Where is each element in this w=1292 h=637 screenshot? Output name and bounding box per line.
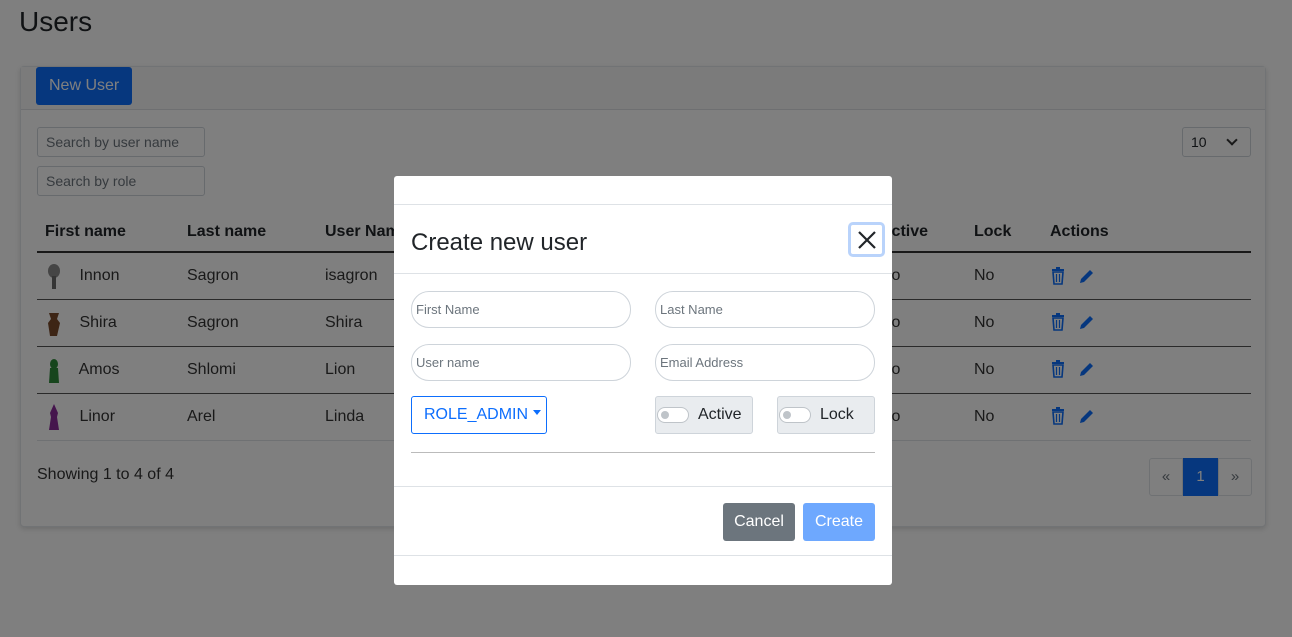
close-icon xyxy=(857,230,876,249)
divider xyxy=(411,452,875,453)
modal-title: Create new user xyxy=(411,229,588,256)
active-toggle-group: Active xyxy=(655,396,753,434)
active-switch[interactable] xyxy=(657,407,689,423)
first-name-field[interactable]: First Name xyxy=(411,291,631,328)
modal-content: Create new user First Name Last Name Use… xyxy=(394,204,892,556)
create-user-modal: Create new user First Name Last Name Use… xyxy=(394,176,892,585)
cancel-button[interactable]: Cancel xyxy=(723,503,795,541)
user-name-field[interactable]: User name xyxy=(411,344,631,381)
last-name-field[interactable]: Last Name xyxy=(655,291,875,328)
lock-toggle-group: Lock xyxy=(777,396,875,434)
create-button[interactable]: Create xyxy=(803,503,875,541)
active-label: Active xyxy=(698,406,742,423)
caret-down-icon xyxy=(533,410,542,416)
close-button[interactable] xyxy=(848,222,885,257)
lock-switch[interactable] xyxy=(779,407,811,423)
role-dropdown[interactable]: ROLE_ADMIN xyxy=(411,396,547,434)
role-value: ROLE_ADMIN xyxy=(424,406,529,423)
email-field[interactable]: Email Address xyxy=(655,344,875,381)
modal-footer: Cancel Create xyxy=(394,486,892,556)
modal-header: Create new user xyxy=(394,205,892,274)
lock-label: Lock xyxy=(820,406,854,423)
